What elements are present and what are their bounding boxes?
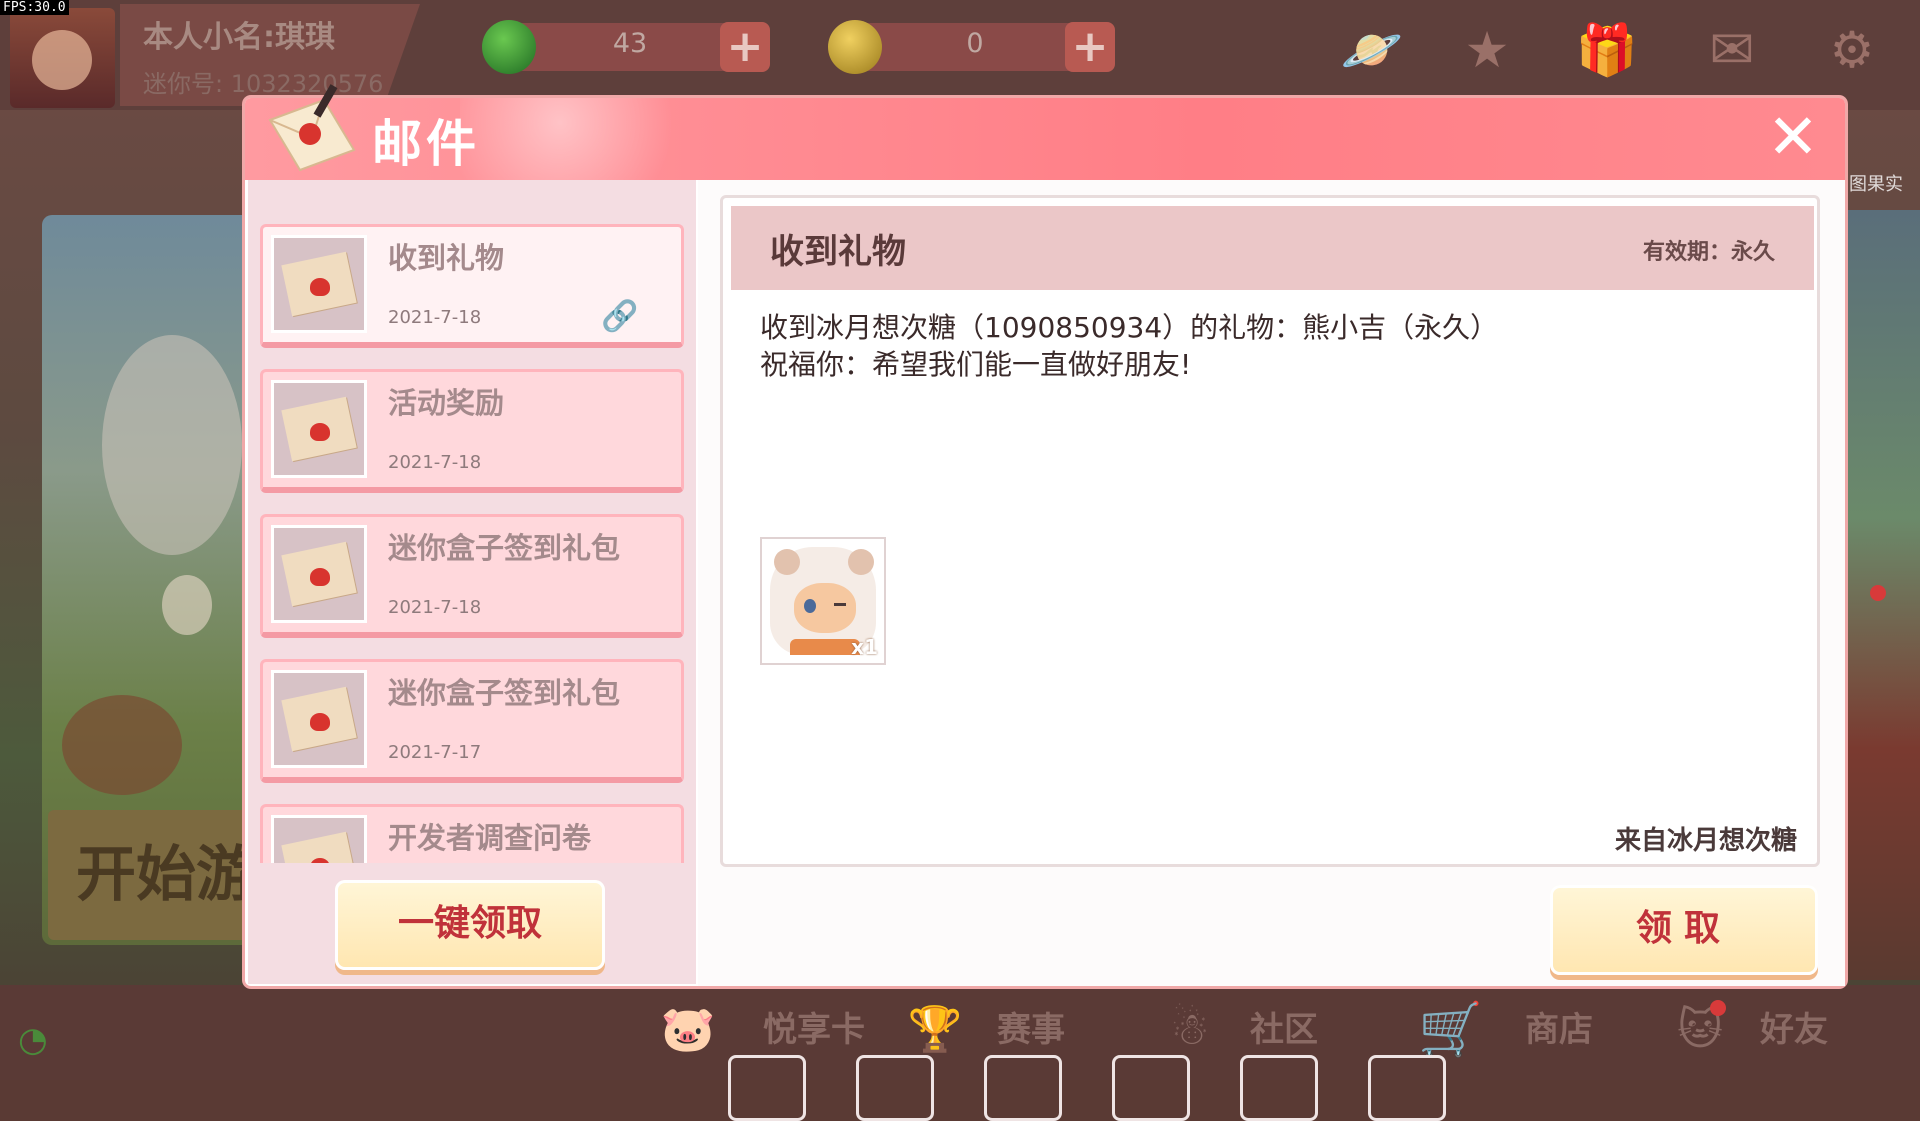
start-game-button: 开始游	[48, 810, 278, 940]
claim-all-button[interactable]: 一键领取	[335, 880, 605, 970]
mail-item-date: 2021-7-17	[388, 742, 482, 763]
mail-list[interactable]: 收到礼物 2021-7-18 🔗 活动奖励 2021-7-18 迷你盒子签到礼包…	[258, 220, 688, 863]
nav-yuexiangka[interactable]: 悦享卡	[763, 1000, 865, 1060]
friend-notification-dot	[1710, 1000, 1726, 1016]
decor-pattern	[1240, 1055, 1318, 1121]
mail-item-title: 收到礼物	[388, 241, 505, 275]
avatar	[10, 8, 115, 108]
mail-item[interactable]: 迷你盒子签到礼包 2021-7-18	[260, 514, 684, 638]
claim-button[interactable]: 领取	[1550, 885, 1818, 975]
bear-body	[790, 639, 860, 655]
green-currency-value: 43	[612, 28, 648, 59]
reward-item-bear[interactable]: x1	[760, 537, 886, 665]
envelope-icon	[271, 815, 367, 863]
mail-item[interactable]: 收到礼物 2021-7-18 🔗	[260, 224, 684, 348]
mail-body-line: 收到冰月想次糖（1090850934）的礼物：熊小吉（永久）	[760, 311, 1499, 344]
envelope-icon	[271, 525, 367, 623]
star-icon[interactable]: ★	[1455, 18, 1519, 82]
mail-item-title: 开发者调查问卷	[388, 821, 592, 855]
envelope-icon	[271, 670, 367, 768]
nav-events[interactable]: 赛事	[997, 1000, 1065, 1060]
reward-count: x1	[851, 635, 878, 659]
gold-currency-value: 0	[966, 28, 984, 59]
bear-eye	[834, 603, 846, 606]
pig-icon[interactable]: 🐷	[658, 1000, 718, 1060]
decor-pattern	[1368, 1055, 1446, 1121]
add-gold-currency-button[interactable]: +	[1065, 22, 1115, 72]
mail-item[interactable]: 开发者调查问卷	[260, 804, 684, 863]
decor-pattern	[728, 1055, 806, 1121]
mail-item-date: 2021-7-18	[388, 597, 482, 618]
mail-item[interactable]: 迷你盒子签到礼包 2021-7-17	[260, 659, 684, 783]
bear-eye	[804, 599, 816, 613]
cart-icon[interactable]: 🛒	[1418, 1000, 1483, 1060]
nav-community[interactable]: 社区	[1250, 1000, 1318, 1060]
decor-pattern	[856, 1055, 934, 1121]
mail-detail-title: 收到礼物	[770, 232, 906, 272]
green-coin-icon	[482, 20, 536, 74]
player-name: 本人小名:琪琪	[143, 20, 335, 55]
dialog-title: 邮件	[372, 115, 480, 173]
mail-item[interactable]: 活动奖励 2021-7-18	[260, 369, 684, 493]
mail-detail-card	[720, 195, 1820, 867]
notification-dot	[1870, 585, 1886, 601]
mail-item-title: 迷你盒子签到礼包	[388, 531, 621, 565]
bear-ear	[848, 549, 874, 575]
validity-label: 有效期：永久	[1643, 240, 1776, 265]
community-icon[interactable]: ☃	[1160, 1000, 1220, 1060]
header-decoration	[460, 98, 710, 180]
nav-friends[interactable]: 好友	[1760, 1000, 1828, 1060]
right-label: 图果实	[1849, 174, 1903, 195]
mail-sender: 来自冰月想次糖	[1615, 826, 1798, 856]
mail-body-line: 祝福你：希望我们能一直做好朋友!	[760, 348, 1192, 381]
add-green-currency-button[interactable]: +	[720, 22, 770, 72]
planet-icon[interactable]: 🪐	[1340, 18, 1404, 82]
mail-envelope-icon	[268, 84, 356, 172]
nav-shop[interactable]: 商店	[1525, 1000, 1593, 1060]
fps-counter: FPS:30.0	[0, 0, 69, 15]
envelope-icon	[271, 235, 367, 333]
gift-icon[interactable]: 🎁	[1575, 18, 1639, 82]
mail-item-title: 活动奖励	[388, 386, 505, 420]
attachment-icon: 🔗	[601, 299, 639, 334]
signal-icon: ◔	[18, 1020, 48, 1060]
close-button[interactable]: ✕	[1760, 104, 1826, 170]
decor-pattern	[1112, 1055, 1190, 1121]
gold-coin-icon	[828, 20, 882, 74]
mail-icon[interactable]: ✉	[1700, 18, 1764, 82]
decor-pattern	[984, 1055, 1062, 1121]
mail-item-date: 2021-7-18	[388, 307, 482, 328]
gear-icon[interactable]: ⚙	[1820, 18, 1884, 82]
mail-item-date: 2021-7-18	[388, 452, 482, 473]
envelope-icon	[271, 380, 367, 478]
trophy-icon[interactable]: 🏆	[905, 1000, 965, 1060]
mail-item-title: 迷你盒子签到礼包	[388, 676, 621, 710]
bear-ear	[774, 549, 800, 575]
